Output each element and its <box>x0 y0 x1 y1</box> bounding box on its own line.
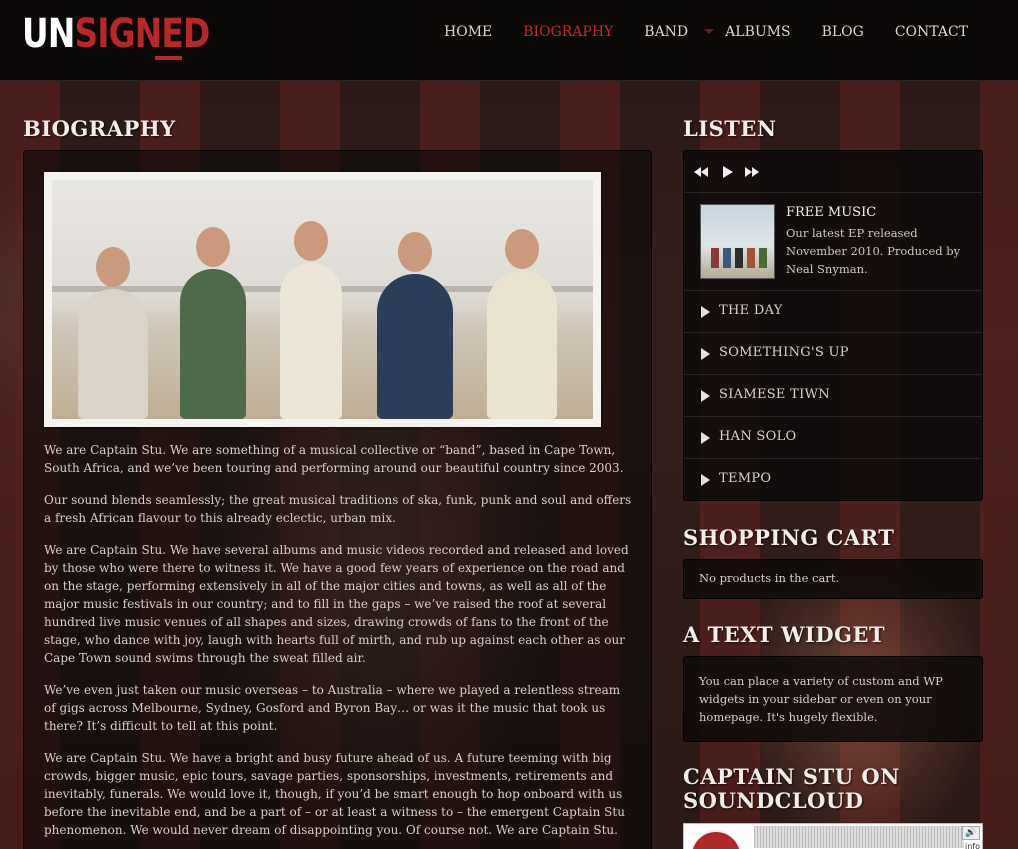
album-info: FREE MUSIC Our latest EP released Novemb… <box>684 193 982 291</box>
cart-empty-text: No products in the cart. <box>699 571 840 585</box>
text-widget-title: A TEXT WIDGET <box>683 622 886 647</box>
cart-widget: No products in the cart. <box>683 559 983 599</box>
photo-person-5 <box>487 229 557 419</box>
photo-person-4 <box>377 232 453 419</box>
track-name: TEMPO <box>719 471 772 486</box>
cover-figure <box>747 248 755 268</box>
player-controls <box>684 151 982 193</box>
album-description: Our latest EP released November 2010. Pr… <box>786 226 961 276</box>
photo-person-3 <box>280 221 342 419</box>
soundcloud-player: 🔊 info <box>683 823 983 849</box>
track-name: SIAMESE TIWN <box>719 387 830 402</box>
track-item[interactable]: THE DAY <box>684 291 982 333</box>
site-logo[interactable]: UNSIGNED <box>22 10 210 58</box>
listen-title: LISTEN <box>683 116 777 141</box>
biography-text: We are Captain Stu. We are something of … <box>44 441 634 849</box>
photo-person-1-head <box>96 247 130 287</box>
chevron-down-icon <box>704 29 715 34</box>
play-icon <box>701 432 710 444</box>
nav-band-label: BAND <box>644 24 689 40</box>
cart-title: SHOPPING CART <box>683 525 895 550</box>
biography-panel: We are Captain Stu. We are something of … <box>23 150 652 849</box>
album-title: FREE MUSIC <box>786 205 877 220</box>
page-title: BIOGRAPHY <box>23 116 176 141</box>
photo-person-2-head <box>196 227 230 267</box>
next-track-icon[interactable] <box>744 164 760 180</box>
soundcloud-info-link[interactable]: info <box>965 842 980 849</box>
nav-contact[interactable]: CONTACT <box>895 22 968 42</box>
main-nav: HOME BIOGRAPHY BAND ALBUMS BLOG CONTACT <box>413 22 968 42</box>
photo-person-5-head <box>505 229 539 269</box>
nav-band[interactable]: BAND <box>644 22 715 42</box>
bio-paragraph: Our sound blends seamlessly; the great m… <box>44 493 632 525</box>
cover-figure <box>711 248 719 268</box>
nav-home[interactable]: HOME <box>444 22 492 42</box>
photo-person-3-head <box>294 221 328 261</box>
site-header: UNSIGNED HOME BIOGRAPHY BAND ALBUMS BLOG… <box>0 0 1018 81</box>
nav-biography[interactable]: BIOGRAPHY <box>523 22 613 42</box>
cover-figure <box>735 248 743 268</box>
nav-albums[interactable]: ALBUMS <box>725 22 790 42</box>
cover-figure <box>759 248 767 268</box>
photo-person-4-head <box>398 232 432 272</box>
photo-person-1 <box>78 247 148 419</box>
play-icon[interactable] <box>719 164 735 180</box>
bio-paragraph: We are Captain Stu. We are something of … <box>44 443 624 475</box>
play-icon <box>701 390 710 402</box>
soundcloud-title: CAPTAIN STU ON SOUNDCLOUD <box>683 764 900 813</box>
play-icon <box>701 348 710 360</box>
track-item[interactable]: SOMETHING'S UP <box>684 333 982 375</box>
track-name: HAN SOLO <box>719 429 797 444</box>
text-widget-body: You can place a variety of custom and WP… <box>699 674 943 724</box>
soundcloud-waveform[interactable] <box>754 826 964 848</box>
play-icon <box>701 474 710 486</box>
bio-paragraph: We are Captain Stu. We have a bright and… <box>44 751 625 837</box>
play-icon <box>701 306 710 318</box>
previous-track-icon[interactable] <box>693 164 709 180</box>
nav-blog[interactable]: BLOG <box>822 22 864 42</box>
logo-underscore <box>155 56 182 60</box>
band-photo-image <box>52 180 593 419</box>
track-item[interactable]: TEMPO <box>684 459 982 501</box>
logo-text-signed: SIGNED <box>74 11 210 57</box>
cover-figure <box>723 248 731 268</box>
track-item[interactable]: HAN SOLO <box>684 417 982 459</box>
bio-paragraph: We are Captain Stu. We have several albu… <box>44 543 629 665</box>
bio-paragraph: We’ve even just taken our music overseas… <box>44 683 621 733</box>
text-widget: You can place a variety of custom and WP… <box>683 656 983 742</box>
album-cover[interactable] <box>700 204 775 279</box>
track-name: THE DAY <box>719 303 783 318</box>
photo-person-2 <box>180 227 246 419</box>
music-player: FREE MUSIC Our latest EP released Novemb… <box>683 150 983 501</box>
volume-icon[interactable]: 🔊 <box>962 826 980 840</box>
track-name: SOMETHING'S UP <box>719 345 849 360</box>
soundcloud-play-button[interactable] <box>690 830 742 849</box>
track-item[interactable]: SIAMESE TIWN <box>684 375 982 417</box>
band-photo <box>44 172 601 427</box>
logo-text-un: UN <box>22 11 75 57</box>
